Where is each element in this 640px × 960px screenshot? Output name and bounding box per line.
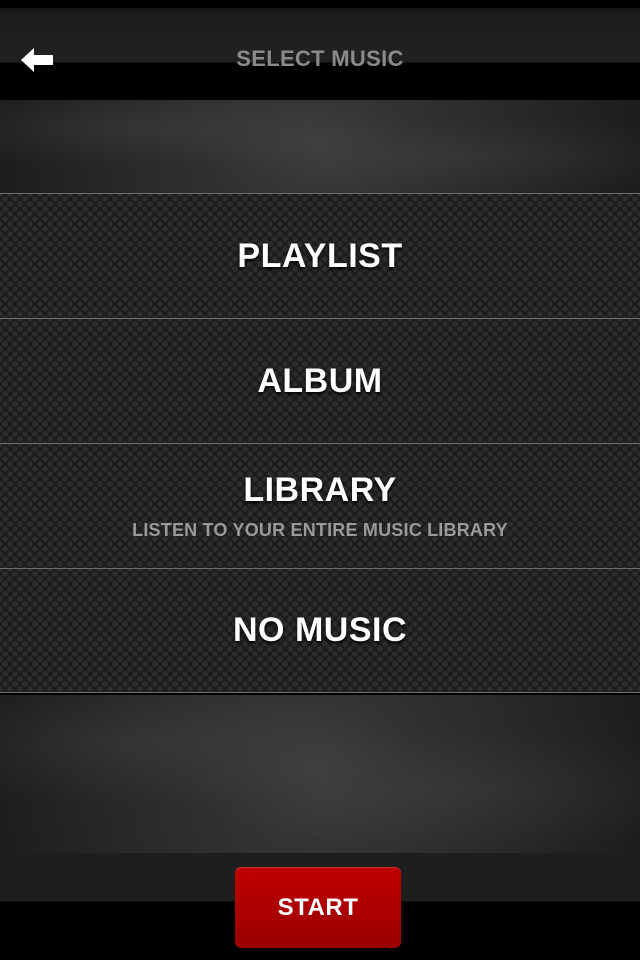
background-texture-bottom <box>0 695 640 853</box>
menu-item-no-music[interactable]: NO MUSIC <box>0 568 640 693</box>
menu-item-sublabel: LISTEN TO YOUR ENTIRE MUSIC LIBRARY <box>132 520 508 540</box>
menu-item-playlist[interactable]: PLAYLIST <box>0 193 640 318</box>
menu-item-album[interactable]: ALBUM <box>0 318 640 443</box>
menu-item-label: PLAYLIST <box>237 236 403 275</box>
start-button-label: START <box>277 893 359 921</box>
start-button[interactable]: START <box>235 867 401 948</box>
menu-item-library[interactable]: LIBRARY LISTEN TO YOUR ENTIRE MUSIC LIBR… <box>0 443 640 568</box>
menu-item-label: LIBRARY <box>243 471 397 509</box>
music-source-menu: PLAYLIST ALBUM LIBRARY LISTEN TO YOUR EN… <box>0 193 640 693</box>
page-title: SELECT MUSIC <box>236 46 404 71</box>
background-texture-top <box>0 100 640 193</box>
menu-item-label: ALBUM <box>257 361 383 400</box>
menu-item-label: NO MUSIC <box>233 611 407 649</box>
